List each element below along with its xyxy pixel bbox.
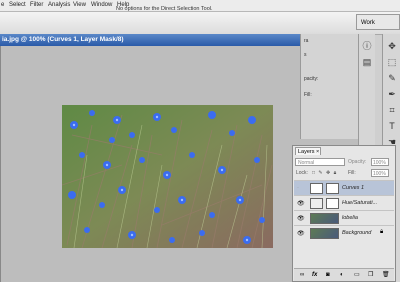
layer-mask-thumbnail[interactable]: [326, 198, 339, 209]
document-image[interactable]: [62, 105, 273, 248]
layer-mask-thumbnail[interactable]: [326, 183, 339, 194]
trash-icon[interactable]: 🗑︎: [382, 269, 390, 281]
adjustment-thumbnail-icon: [310, 183, 323, 194]
opacity-label: Opacity:: [348, 159, 367, 165]
layer-row-curves[interactable]: · Curves 1: [294, 180, 394, 196]
move-tool-icon[interactable]: ✥: [386, 40, 398, 52]
new-layer-icon[interactable]: ❐: [368, 269, 373, 281]
layer-name: Hue/Saturati...: [342, 200, 378, 206]
layer-thumbnail: [310, 213, 339, 224]
lock-icons[interactable]: □ ✎ ✥ 🔒︎: [312, 170, 337, 176]
layer-row-background[interactable]: 👁︎ Background 🔒︎: [294, 225, 394, 241]
info-label-2: pacity:: [304, 76, 319, 82]
adjustment-icon[interactable]: ◐: [340, 269, 344, 281]
info-label-1: s: [304, 52, 307, 58]
adjustment-thumbnail-icon: [310, 198, 323, 209]
histogram-icon[interactable]: ▤: [361, 56, 373, 68]
fill-label: Fill:: [348, 170, 356, 176]
layer-row-lobelia[interactable]: 👁︎ lobelia: [294, 210, 394, 226]
lock-label: Lock:: [296, 170, 308, 176]
info-label-3: Fill:: [304, 92, 312, 98]
fx-icon[interactable]: fx: [312, 269, 317, 281]
eye-icon[interactable]: 👁︎: [297, 200, 305, 207]
document-title: ia.jpg @ 100% (Curves 1, Layer Mask/8): [2, 36, 124, 43]
crop-tool-icon[interactable]: ⌗: [386, 104, 398, 116]
layer-name: Background: [342, 230, 372, 236]
menu-edit[interactable]: e: [1, 0, 4, 11]
info-panel: ra s pacity: Fill:: [300, 34, 359, 139]
menu-select[interactable]: Select: [9, 0, 26, 11]
layers-tab[interactable]: Layers ×: [295, 147, 321, 155]
lock-icon: 🔒︎: [380, 229, 384, 235]
marquee-tool-icon[interactable]: ⬚: [386, 56, 398, 68]
text-tool-icon[interactable]: T: [386, 120, 398, 132]
eye-icon[interactable]: 👁︎: [297, 230, 305, 237]
menu-view[interactable]: View: [73, 0, 86, 11]
group-icon[interactable]: ▭: [354, 269, 360, 281]
link-icon[interactable]: ∞: [300, 269, 304, 281]
eyedropper-tool-icon[interactable]: ✒: [386, 88, 398, 100]
workspace-button[interactable]: Work: [356, 14, 400, 30]
layer-name: Curves 1: [342, 185, 365, 191]
opacity-field[interactable]: 100%: [371, 158, 389, 166]
menu-analysis[interactable]: Analysis: [48, 0, 70, 11]
eye-icon[interactable]: 👁︎: [297, 215, 305, 222]
layer-name: lobelia: [342, 215, 358, 221]
layers-tab-close-icon[interactable]: ×: [316, 149, 319, 155]
layers-bottom-bar: ∞ fx ◙ ◐ ▭ ❐ 🗑︎: [294, 268, 394, 281]
layer-thumbnail: [310, 228, 339, 239]
visibility-off-icon[interactable]: ·: [297, 185, 299, 191]
layers-tab-label: Layers: [298, 149, 315, 155]
fill-field[interactable]: 100%: [371, 169, 389, 177]
mask-icon[interactable]: ◙: [326, 269, 330, 281]
flower-photo: [62, 105, 273, 248]
blend-mode-select[interactable]: Normal: [295, 158, 345, 166]
info-icon[interactable]: ⓘ: [361, 40, 373, 52]
options-bar: [0, 12, 400, 35]
menu-filter[interactable]: Filter: [30, 0, 43, 11]
layer-row-hue-saturation[interactable]: 👁︎ Hue/Saturati...: [294, 195, 394, 211]
info-label-0: ra: [304, 38, 309, 44]
menu-window[interactable]: Window: [91, 0, 112, 11]
brush-tool-icon[interactable]: ✎: [386, 72, 398, 84]
options-message: No options for the Direct Selection Tool…: [116, 6, 213, 12]
